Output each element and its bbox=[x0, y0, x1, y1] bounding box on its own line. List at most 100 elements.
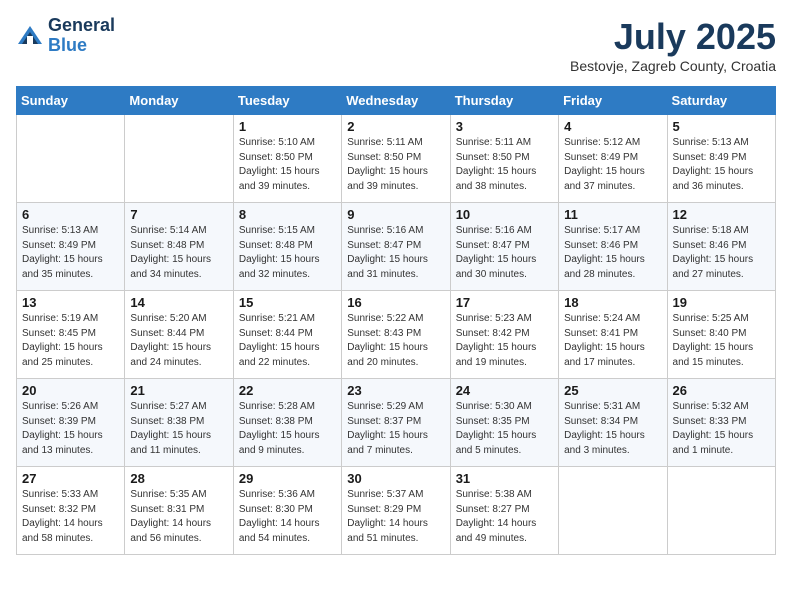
day-info: Sunrise: 5:21 AMSunset: 8:44 PMDaylight:… bbox=[239, 312, 336, 370]
day-number: 22 bbox=[239, 383, 336, 398]
calendar-week-row: 20Sunrise: 5:26 AMSunset: 8:39 PMDayligh… bbox=[17, 379, 776, 467]
calendar-cell bbox=[667, 467, 775, 555]
calendar-cell: 28 Sunrise: 5:35 AMSunset: 8:31 PMDayligh… bbox=[125, 467, 233, 555]
calendar-cell: 11 Sunrise: 5:17 AMSunset: 8:46 PMDayligh… bbox=[559, 203, 667, 291]
weekday-header: Saturday bbox=[667, 87, 775, 115]
day-info: Sunrise: 5:27 AMSunset: 8:38 PMDaylight:… bbox=[130, 400, 227, 458]
day-number: 16 bbox=[347, 295, 444, 310]
calendar-week-row: 13 Sunrise: 5:19 AMSunset: 8:45 PMDayligh… bbox=[17, 291, 776, 379]
day-number: 10 bbox=[456, 207, 553, 222]
day-info: Sunrise: 5:32 AMSunset: 8:33 PMDaylight:… bbox=[673, 400, 770, 458]
day-number: 5 bbox=[673, 119, 770, 134]
day-number: 13 bbox=[22, 295, 119, 310]
day-info: Sunrise: 5:11 AMSunset: 8:50 PMDaylight:… bbox=[347, 136, 444, 194]
calendar-cell: 8Sunrise: 5:15 AMSunset: 8:48 PMDaylight… bbox=[233, 203, 341, 291]
weekday-header: Monday bbox=[125, 87, 233, 115]
calendar-cell: 14 Sunrise: 5:20 AMSunset: 8:44 PMDayligh… bbox=[125, 291, 233, 379]
day-number: 17 bbox=[456, 295, 553, 310]
day-number: 29 bbox=[239, 471, 336, 486]
day-number: 23 bbox=[347, 383, 444, 398]
weekday-header: Wednesday bbox=[342, 87, 450, 115]
day-number: 21 bbox=[130, 383, 227, 398]
day-number: 7 bbox=[130, 207, 227, 222]
day-number: 18 bbox=[564, 295, 661, 310]
calendar-cell: 1 Sunrise: 5:10 AMSunset: 8:50 PMDaylight… bbox=[233, 115, 341, 203]
calendar-table: SundayMondayTuesdayWednesdayThursdayFrid… bbox=[16, 86, 776, 555]
day-info: Sunrise: 5:23 AMSunset: 8:42 PMDaylight:… bbox=[456, 312, 553, 370]
calendar-cell: 3 Sunrise: 5:11 AMSunset: 8:50 PMDaylight… bbox=[450, 115, 558, 203]
day-info: Sunrise: 5:20 AMSunset: 8:44 PMDaylight:… bbox=[130, 312, 227, 370]
day-info: Sunrise: 5:16 AMSunset: 8:47 PMDaylight:… bbox=[456, 224, 553, 282]
day-number: 4 bbox=[564, 119, 661, 134]
day-number: 8 bbox=[239, 207, 336, 222]
calendar-cell: 12 Sunrise: 5:18 AMSunset: 8:46 PMDayligh… bbox=[667, 203, 775, 291]
day-info: Sunrise: 5:10 AMSunset: 8:50 PMDaylight:… bbox=[239, 136, 336, 194]
calendar-cell: 26 Sunrise: 5:32 AMSunset: 8:33 PMDayligh… bbox=[667, 379, 775, 467]
calendar-cell: 24Sunrise: 5:30 AMSunset: 8:35 PMDayligh… bbox=[450, 379, 558, 467]
day-info: Sunrise: 5:11 AMSunset: 8:50 PMDaylight:… bbox=[456, 136, 553, 194]
calendar-cell: 2 Sunrise: 5:11 AMSunset: 8:50 PMDaylight… bbox=[342, 115, 450, 203]
weekday-header: Thursday bbox=[450, 87, 558, 115]
weekday-header-row: SundayMondayTuesdayWednesdayThursdayFrid… bbox=[17, 87, 776, 115]
day-info: Sunrise: 5:24 AMSunset: 8:41 PMDaylight:… bbox=[564, 312, 661, 370]
logo-icon bbox=[16, 22, 44, 50]
day-number: 3 bbox=[456, 119, 553, 134]
day-number: 9 bbox=[347, 207, 444, 222]
calendar-week-row: 6 Sunrise: 5:13 AMSunset: 8:49 PMDaylight… bbox=[17, 203, 776, 291]
month-title: July 2025 bbox=[570, 16, 776, 58]
day-info: Sunrise: 5:31 AMSunset: 8:34 PMDaylight:… bbox=[564, 400, 661, 458]
day-info: Sunrise: 5:29 AMSunset: 8:37 PMDaylight:… bbox=[347, 400, 444, 458]
day-number: 12 bbox=[673, 207, 770, 222]
day-info: Sunrise: 5:19 AMSunset: 8:45 PMDaylight:… bbox=[22, 312, 119, 370]
day-info: Sunrise: 5:25 AMSunset: 8:40 PMDaylight:… bbox=[673, 312, 770, 370]
day-info: Sunrise: 5:26 AMSunset: 8:39 PMDaylight:… bbox=[22, 400, 119, 458]
calendar-cell: 6 Sunrise: 5:13 AMSunset: 8:49 PMDaylight… bbox=[17, 203, 125, 291]
calendar-cell: 16 Sunrise: 5:22 AMSunset: 8:43 PMDayligh… bbox=[342, 291, 450, 379]
calendar-cell: 25 Sunrise: 5:31 AMSunset: 8:34 PMDayligh… bbox=[559, 379, 667, 467]
day-number: 27 bbox=[22, 471, 119, 486]
day-info: Sunrise: 5:37 AMSunset: 8:29 PMDaylight:… bbox=[347, 488, 444, 546]
day-info: Sunrise: 5:38 AMSunset: 8:27 PMDaylight:… bbox=[456, 488, 553, 546]
day-info: Sunrise: 5:22 AMSunset: 8:43 PMDaylight:… bbox=[347, 312, 444, 370]
calendar-cell: 23 Sunrise: 5:29 AMSunset: 8:37 PMDayligh… bbox=[342, 379, 450, 467]
day-info: Sunrise: 5:13 AMSunset: 8:49 PMDaylight:… bbox=[22, 224, 119, 282]
day-number: 26 bbox=[673, 383, 770, 398]
calendar-cell: 27Sunrise: 5:33 AMSunset: 8:32 PMDayligh… bbox=[17, 467, 125, 555]
logo: General Blue bbox=[16, 16, 115, 56]
day-info: Sunrise: 5:36 AMSunset: 8:30 PMDaylight:… bbox=[239, 488, 336, 546]
day-info: Sunrise: 5:28 AMSunset: 8:38 PMDaylight:… bbox=[239, 400, 336, 458]
day-number: 31 bbox=[456, 471, 553, 486]
calendar-cell: 20Sunrise: 5:26 AMSunset: 8:39 PMDayligh… bbox=[17, 379, 125, 467]
calendar-cell bbox=[17, 115, 125, 203]
calendar-cell: 22 Sunrise: 5:28 AMSunset: 8:38 PMDayligh… bbox=[233, 379, 341, 467]
day-number: 6 bbox=[22, 207, 119, 222]
day-number: 1 bbox=[239, 119, 336, 134]
page-header: General Blue July 2025 Bestovje, Zagreb … bbox=[16, 16, 776, 74]
day-number: 30 bbox=[347, 471, 444, 486]
day-info: Sunrise: 5:30 AMSunset: 8:35 PMDaylight:… bbox=[456, 400, 553, 458]
calendar-cell: 13 Sunrise: 5:19 AMSunset: 8:45 PMDayligh… bbox=[17, 291, 125, 379]
day-number: 2 bbox=[347, 119, 444, 134]
calendar-cell: 4Sunrise: 5:12 AMSunset: 8:49 PMDaylight… bbox=[559, 115, 667, 203]
calendar-cell: 7 Sunrise: 5:14 AMSunset: 8:48 PMDaylight… bbox=[125, 203, 233, 291]
day-info: Sunrise: 5:35 AMSunset: 8:31 PMDaylight:… bbox=[130, 488, 227, 546]
day-info: Sunrise: 5:14 AMSunset: 8:48 PMDaylight:… bbox=[130, 224, 227, 282]
weekday-header: Tuesday bbox=[233, 87, 341, 115]
calendar-cell: 31 Sunrise: 5:38 AMSunset: 8:27 PMDayligh… bbox=[450, 467, 558, 555]
calendar-cell: 5Sunrise: 5:13 AMSunset: 8:49 PMDaylight… bbox=[667, 115, 775, 203]
logo-blue: Blue bbox=[48, 35, 87, 55]
calendar-cell: 30 Sunrise: 5:37 AMSunset: 8:29 PMDayligh… bbox=[342, 467, 450, 555]
day-info: Sunrise: 5:17 AMSunset: 8:46 PMDaylight:… bbox=[564, 224, 661, 282]
day-number: 28 bbox=[130, 471, 227, 486]
day-info: Sunrise: 5:18 AMSunset: 8:46 PMDaylight:… bbox=[673, 224, 770, 282]
day-number: 11 bbox=[564, 207, 661, 222]
calendar-week-row: 27Sunrise: 5:33 AMSunset: 8:32 PMDayligh… bbox=[17, 467, 776, 555]
day-number: 14 bbox=[130, 295, 227, 310]
calendar-week-row: 1 Sunrise: 5:10 AMSunset: 8:50 PMDaylight… bbox=[17, 115, 776, 203]
title-block: July 2025 Bestovje, Zagreb County, Croat… bbox=[570, 16, 776, 74]
day-number: 19 bbox=[673, 295, 770, 310]
weekday-header: Sunday bbox=[17, 87, 125, 115]
day-number: 15 bbox=[239, 295, 336, 310]
day-number: 25 bbox=[564, 383, 661, 398]
logo-general: General bbox=[48, 15, 115, 35]
